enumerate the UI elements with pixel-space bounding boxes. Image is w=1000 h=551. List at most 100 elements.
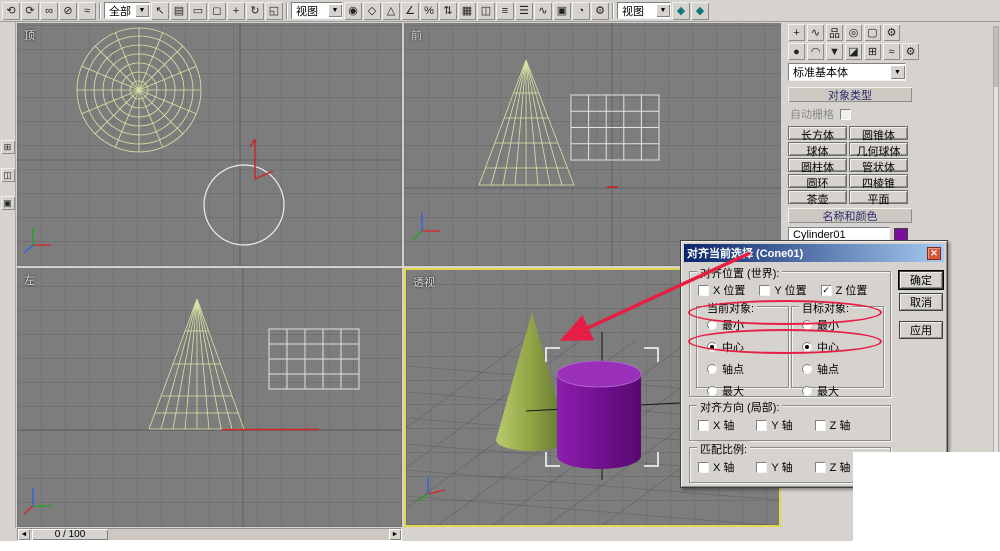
object-type-button[interactable]: 茶壶 <box>788 190 847 204</box>
panel-scrollbar[interactable] <box>993 26 999 462</box>
time-slider[interactable]: ◄ 0 / 100 ► <box>17 528 402 541</box>
angle-snap-icon[interactable]: ∠ <box>401 2 419 20</box>
modify-tab[interactable]: ∿ <box>807 24 824 41</box>
object-type-button[interactable]: 圆环 <box>788 174 847 188</box>
select-by-name-icon[interactable]: ▤ <box>170 2 188 20</box>
layer-manager-icon[interactable]: ☰ <box>515 2 533 20</box>
scrollbar-thumb[interactable] <box>994 27 998 87</box>
checkbox-z-position[interactable]: ✓ Z 位置 <box>821 282 868 298</box>
chevron-down-icon[interactable]: ▼ <box>656 4 670 17</box>
viewport-label[interactable]: 透视 <box>413 274 435 290</box>
systems-icon[interactable]: ⚙ <box>902 43 919 60</box>
time-slider-right-arrow[interactable]: ► <box>389 529 401 540</box>
quick-render-icon[interactable]: ◆ <box>691 2 709 20</box>
cone-wireframe-left-view[interactable] <box>149 299 244 429</box>
grid-icon[interactable]: ▣ <box>1 196 15 210</box>
shapes-icon[interactable]: ◠ <box>807 43 824 60</box>
schematic-view-icon[interactable]: ▣ <box>553 2 571 20</box>
spacewarps-icon[interactable]: ≈ <box>883 43 900 60</box>
helpers-icon[interactable]: ⊞ <box>864 43 881 60</box>
geometry-icon[interactable]: ● <box>788 43 805 60</box>
render-setup-icon[interactable]: ⚙ <box>591 2 609 20</box>
use-center-icon[interactable]: ◉ <box>344 2 362 20</box>
cone-wireframe-front-view[interactable] <box>479 60 574 185</box>
radio-current-maximum[interactable]: 最大 <box>707 383 744 399</box>
radio-target-pivot[interactable]: 轴点 <box>802 361 839 377</box>
bind-spacewarp-icon[interactable]: ≈ <box>78 2 96 20</box>
dialog-titlebar[interactable]: 对齐当前选择 (Cone01) ✕ <box>684 244 944 262</box>
grid-helper-left-view[interactable] <box>269 329 359 389</box>
checkbox-y-position[interactable]: Y 位置 <box>759 282 806 298</box>
curve-editor-icon[interactable]: ∿ <box>534 2 552 20</box>
redo-icon[interactable]: ⟳ <box>21 2 39 20</box>
object-type-button[interactable]: 管状体 <box>849 158 908 172</box>
utilities-tab[interactable]: ⚙ <box>883 24 900 41</box>
manipulate-icon[interactable]: ◇ <box>363 2 381 20</box>
viewport-label[interactable]: 左 <box>24 272 35 288</box>
ok-button[interactable]: 确定 <box>899 271 943 289</box>
apply-button[interactable]: 应用 <box>899 321 943 339</box>
chevron-down-icon[interactable]: ▼ <box>890 65 905 79</box>
object-type-button[interactable]: 球体 <box>788 142 847 156</box>
window-icon[interactable]: ◫ <box>1 168 15 182</box>
object-type-button[interactable]: 长方体 <box>788 126 847 140</box>
checkbox-z-axis-scale[interactable]: Z 轴 <box>815 459 851 475</box>
motion-tab[interactable]: ◎ <box>845 24 862 41</box>
rect-region-icon[interactable]: ▭ <box>189 2 207 20</box>
percent-snap-icon[interactable]: % <box>420 2 438 20</box>
rotate-icon[interactable]: ↻ <box>246 2 264 20</box>
category-dropdown[interactable]: 标准基本体 ▼ <box>788 63 906 81</box>
close-icon[interactable]: ✕ <box>927 247 941 260</box>
coordinate-system-dropdown[interactable]: 视图 ▼ <box>291 2 343 19</box>
viewport-label[interactable]: 前 <box>411 27 422 43</box>
selection-filter-dropdown[interactable]: 全部 ▼ <box>104 2 150 19</box>
object-type-button[interactable]: 几何球体 <box>849 142 908 156</box>
checkbox-z-axis-orient[interactable]: Z 轴 <box>815 417 851 433</box>
create-tab[interactable]: + <box>788 24 805 41</box>
cancel-button[interactable]: 取消 <box>899 293 943 311</box>
named-selection-icon[interactable]: ▦ <box>458 2 476 20</box>
checkbox-y-axis-orient[interactable]: Y 轴 <box>756 417 792 433</box>
cameras-icon[interactable]: ◪ <box>845 43 862 60</box>
object-type-button[interactable]: 圆柱体 <box>788 158 847 172</box>
snap-icon[interactable]: △ <box>382 2 400 20</box>
move-icon[interactable]: + <box>227 2 245 20</box>
mirror-icon[interactable]: ◫ <box>477 2 495 20</box>
radio-current-pivot[interactable]: 轴点 <box>707 361 744 377</box>
align-icon[interactable]: ≡ <box>496 2 514 20</box>
scale-icon[interactable]: ◱ <box>265 2 283 20</box>
cylinder-wireframe-top-view[interactable] <box>204 165 284 245</box>
checkbox-y-axis-scale[interactable]: Y 轴 <box>756 459 792 475</box>
object-type-button[interactable]: 平面 <box>849 190 908 204</box>
render-production-icon[interactable]: ◆ <box>672 2 690 20</box>
radio-target-maximum[interactable]: 最大 <box>802 383 839 399</box>
radio-current-minimum[interactable]: 最小 <box>707 317 744 333</box>
cylinder-3d-object[interactable] <box>557 361 641 469</box>
select-object-icon[interactable]: ↖ <box>151 2 169 20</box>
chevron-down-icon[interactable]: ▼ <box>328 4 342 17</box>
hierarchy-tab[interactable]: 品 <box>826 24 843 41</box>
autogrid-checkbox[interactable] <box>840 109 851 120</box>
chevron-down-icon[interactable]: ▼ <box>135 4 149 17</box>
radio-current-center[interactable]: 中心 <box>707 339 744 355</box>
viewport-front[interactable]: 前 <box>404 23 781 266</box>
checkbox-x-axis-orient[interactable]: X 轴 <box>698 417 734 433</box>
window-crossing-icon[interactable]: ◻ <box>208 2 226 20</box>
radio-target-minimum[interactable]: 最小 <box>802 317 839 333</box>
lights-icon[interactable]: ▼ <box>826 43 843 60</box>
object-type-button[interactable]: 圆锥体 <box>849 126 908 140</box>
viewport-left[interactable]: 左 <box>17 268 402 527</box>
select-link-icon[interactable]: ∞ <box>40 2 58 20</box>
radio-target-center[interactable]: 中心 <box>802 339 839 355</box>
spinner-snap-icon[interactable]: ⇅ <box>439 2 457 20</box>
time-slider-thumb[interactable]: 0 / 100 <box>32 529 108 540</box>
object-type-button[interactable]: 四棱锥 <box>849 174 908 188</box>
checkbox-x-position[interactable]: X 位置 <box>698 282 745 298</box>
undo-icon[interactable]: ⟲ <box>2 2 20 20</box>
viewport-label[interactable]: 顶 <box>24 27 35 43</box>
rollout-name-color[interactable]: 名称和颜色 <box>788 208 912 223</box>
unlink-icon[interactable]: ⊘ <box>59 2 77 20</box>
render-view-dropdown[interactable]: 视图 ▼ <box>617 2 671 19</box>
grid-helper-front-view[interactable] <box>571 95 659 160</box>
time-slider-left-arrow[interactable]: ◄ <box>18 529 30 540</box>
